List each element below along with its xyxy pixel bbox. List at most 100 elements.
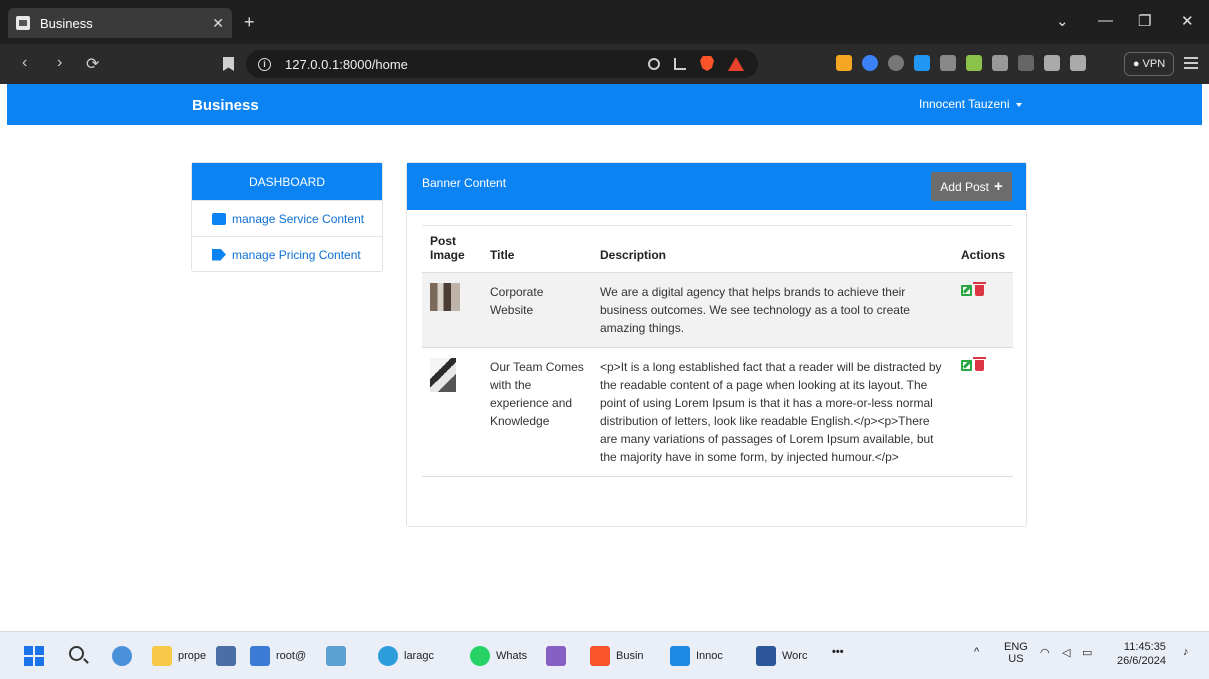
wallet-icon[interactable]	[1070, 55, 1086, 71]
post-image-cell	[422, 348, 482, 477]
taskbar-item-app[interactable]	[216, 646, 242, 666]
briefcase-icon	[212, 212, 226, 225]
brave-icon	[590, 646, 610, 666]
battery-icon[interactable]: ▭	[1082, 646, 1092, 659]
back-arrow-icon[interactable]: ‹	[22, 54, 27, 72]
browser-menu-icon[interactable]	[1184, 57, 1198, 69]
windows-start-icon[interactable]	[24, 646, 44, 666]
post-image-cell	[422, 273, 482, 348]
add-post-label: Add Post	[940, 179, 989, 194]
app2-icon	[326, 646, 346, 666]
post-thumbnail	[430, 283, 460, 311]
url-text[interactable]: 127.0.0.1:8000/home	[285, 57, 408, 72]
caret-down-icon	[1015, 102, 1022, 107]
address-bar[interactable]: i 127.0.0.1:8000/home	[246, 50, 758, 78]
sidebar-item-label: manage Pricing Content	[232, 247, 361, 262]
network-icon	[250, 646, 270, 666]
taskbar-item-vscode[interactable]: Innoc	[670, 646, 723, 666]
panel-title: Banner Content	[422, 176, 507, 190]
edit-icon[interactable]	[960, 285, 972, 296]
browser-tab[interactable]: Business ✕	[8, 8, 232, 38]
trash-icon[interactable]	[972, 282, 986, 296]
laragon-icon	[378, 646, 398, 666]
taskbar-item-explorer[interactable]: prope	[152, 646, 206, 666]
taskbar-item-brave[interactable]: Busin	[590, 646, 644, 666]
posts-table: Post Image Title Description Actions Cor…	[422, 225, 1013, 477]
add-post-button[interactable]: Add Post +	[931, 172, 1012, 201]
site-favicon-icon	[16, 16, 30, 30]
taskbar-item-word[interactable]: Worc	[756, 646, 807, 666]
vpn-button[interactable]: ● VPN	[1124, 52, 1174, 76]
post-thumbnail	[430, 358, 456, 392]
edit-icon[interactable]	[960, 360, 972, 371]
os-taskbar: prope root@ laragc Whats Busin Innoc Wor…	[0, 631, 1209, 679]
trash-icon[interactable]	[972, 357, 986, 371]
extension-3-icon[interactable]	[888, 55, 904, 71]
volume-icon[interactable]: ◁	[1062, 646, 1070, 659]
vscode-icon	[670, 646, 690, 666]
extension-5-icon[interactable]	[940, 55, 956, 71]
col-post-image: Post Image	[430, 234, 465, 262]
actions-cell	[953, 273, 1013, 348]
brand-link[interactable]: Business	[192, 97, 259, 114]
col-actions: Actions	[960, 248, 1005, 262]
bookmark-icon[interactable]	[223, 57, 234, 71]
zoom-icon[interactable]	[648, 57, 660, 70]
clock-time: 11:45:35	[1123, 641, 1166, 653]
taskbar-more-button[interactable]: •••	[832, 646, 844, 658]
close-window-button[interactable]: ✕	[1181, 12, 1194, 30]
new-tab-button[interactable]: +	[244, 12, 255, 33]
taskbar-item-app2[interactable]	[326, 646, 352, 666]
taskbar-item-whatsapp[interactable]: Whats	[470, 646, 527, 666]
post-description: We are a digital agency that helps brand…	[600, 285, 910, 335]
tag-icon	[212, 248, 226, 261]
taskbar-weather-icon[interactable]	[112, 646, 138, 666]
post-description: <p>It is a long established fact that a …	[600, 360, 942, 464]
folder-icon	[152, 646, 172, 666]
notification-icon[interactable]: ♪	[1183, 646, 1189, 658]
brave-rewards-icon[interactable]	[728, 56, 744, 71]
downloads-icon[interactable]	[1018, 55, 1034, 71]
taskbar-item-laragon[interactable]: laragc	[378, 646, 434, 666]
browser-tab-bar: Business ✕ + ⌄ — ❐ ✕	[0, 0, 1209, 44]
app-icon	[216, 646, 236, 666]
forward-arrow-icon[interactable]: ›	[57, 54, 62, 72]
system-clock[interactable]: 11:45:35 26/6/2024	[1117, 640, 1166, 668]
banner-content-panel: Banner Content Add Post + Post Image Titl…	[406, 162, 1027, 527]
plus-icon: +	[993, 178, 1003, 195]
sidebar-item-pricing[interactable]: manage Pricing Content	[192, 236, 382, 272]
taskbar-item-terminal[interactable]: root@	[250, 646, 306, 666]
language-indicator[interactable]: ENG US	[1004, 641, 1028, 665]
table-row: Our Team Comes with the experience and K…	[422, 347, 1013, 477]
maximize-button[interactable]: ❐	[1138, 12, 1151, 30]
minimize-button[interactable]: —	[1098, 12, 1113, 29]
user-dropdown[interactable]: Innocent Tauzeni	[919, 97, 1022, 111]
app-navbar: Business Innocent Tauzeni	[7, 84, 1202, 125]
post-title: Our Team Comes with the experience and K…	[490, 360, 584, 428]
tab-close-icon[interactable]: ✕	[212, 15, 224, 32]
clock-date: 26/6/2024	[1117, 655, 1166, 667]
extension-2-icon[interactable]	[862, 55, 878, 71]
reload-icon[interactable]: ⟳	[86, 54, 99, 74]
site-info-icon[interactable]: i	[258, 57, 271, 71]
share-icon[interactable]	[674, 57, 686, 70]
extensions-puzzle-icon[interactable]	[992, 55, 1008, 71]
extension-icons	[836, 55, 1086, 71]
extension-6-icon[interactable]	[966, 55, 982, 71]
extension-1-icon[interactable]	[836, 55, 852, 71]
tab-search-icon[interactable]: ⌄	[1056, 12, 1069, 30]
sidebar-toggle-icon[interactable]	[1044, 55, 1060, 71]
word-icon	[756, 646, 776, 666]
taskbar-item-visual-studio[interactable]	[546, 646, 572, 666]
wifi-icon[interactable]: ◠	[1040, 646, 1050, 659]
sidebar-item-service[interactable]: manage Service Content	[192, 200, 382, 236]
table-header-row: Post Image Title Description Actions	[422, 225, 1013, 273]
brave-shields-icon[interactable]	[700, 56, 714, 71]
tray-chevron-up-icon[interactable]: ^	[974, 646, 979, 658]
dashboard-sidebar: DASHBOARD manage Service Content manage …	[191, 162, 383, 272]
sidebar-heading: DASHBOARD	[192, 163, 382, 200]
search-icon[interactable]	[69, 646, 84, 661]
panel-header: Banner Content Add Post +	[407, 163, 1026, 210]
extension-4-icon[interactable]	[914, 55, 930, 71]
table-row: Corporate Website We are a digital agenc…	[422, 272, 1013, 348]
